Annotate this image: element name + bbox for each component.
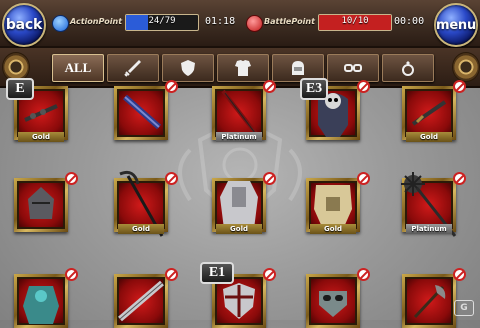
- equipped-badge: E1: [200, 262, 234, 284]
- tab-all-label: ALL: [64, 60, 92, 75]
- prohibited-icon: [263, 80, 276, 93]
- inventory-slot[interactable]: Gold: [306, 172, 370, 234]
- inventory-slot[interactable]: E3: [300, 78, 370, 140]
- action-point-icon: [52, 15, 69, 32]
- tab-all[interactable]: ALL: [52, 54, 104, 82]
- prohibited-icon: [453, 172, 466, 185]
- shield-icon: [181, 60, 195, 76]
- inventory-slot[interactable]: Platinum: [401, 172, 466, 237]
- red-lance-item: [221, 89, 259, 137]
- prohibited-icon: [357, 172, 370, 185]
- battle-point-timer: 00:00: [394, 16, 425, 27]
- tab-accessory[interactable]: [327, 54, 379, 82]
- prohibited-icon: [263, 172, 276, 185]
- inventory-slot[interactable]: Gold E: [6, 78, 68, 142]
- sword-icon: [124, 60, 141, 77]
- rarity-tag: Gold: [216, 224, 262, 234]
- battle-point-bar: 10/10: [318, 14, 392, 31]
- action-point-timer: 01:18: [205, 16, 236, 27]
- prohibited-icon: [165, 172, 178, 185]
- rarity-tag: Platinum: [216, 132, 262, 142]
- chain-weapon-item: [24, 104, 58, 122]
- tab-armor[interactable]: [217, 54, 269, 82]
- inventory-slot[interactable]: Platinum: [212, 80, 276, 142]
- prohibited-icon: [263, 268, 276, 281]
- equipped-badge: E: [6, 78, 34, 100]
- menu-button[interactable]: menu: [434, 3, 478, 47]
- prohibited-icon: [453, 80, 466, 93]
- prohibited-icon: [65, 172, 78, 185]
- prohibited-icon: [453, 268, 466, 281]
- plague-mask-item: [319, 291, 347, 317]
- tab-ring[interactable]: [382, 54, 434, 82]
- inventory-slot[interactable]: [14, 172, 78, 232]
- action-point-bar: 24/79: [125, 14, 199, 31]
- category-tab-bar: ALL: [0, 48, 480, 88]
- goggles-icon: [344, 64, 362, 72]
- prohibited-icon: [357, 80, 370, 93]
- inventory-slot[interactable]: [114, 80, 178, 140]
- tab-shield[interactable]: [162, 54, 214, 82]
- inventory-slot[interactable]: Gold: [402, 80, 466, 142]
- prohibited-icon: [357, 268, 370, 281]
- great-blade-item: [118, 280, 164, 322]
- round-shield-item: [223, 283, 255, 319]
- equipped-badge: E3: [300, 78, 328, 100]
- scroll-ornament-right: [452, 52, 480, 82]
- rarity-tag: Gold: [18, 132, 64, 142]
- inventory-slot[interactable]: Gold: [114, 170, 178, 237]
- iron-helm-item: [28, 187, 54, 219]
- back-button[interactable]: back: [2, 3, 46, 47]
- prohibited-icon: [165, 80, 178, 93]
- action-point-value: 24/79: [148, 16, 176, 26]
- prohibited-icon: [65, 268, 78, 281]
- status-bar: back ActionPoint 24/79 01:18 BattlePoint…: [0, 0, 480, 48]
- armor-icon: [235, 60, 251, 76]
- blue-sword-item: [123, 94, 161, 130]
- rune-dagger-item: [411, 100, 447, 126]
- rarity-tag: Gold: [310, 224, 356, 234]
- battle-point-icon: [246, 15, 263, 32]
- helmet-icon: [292, 61, 304, 75]
- rarity-tag: Gold: [118, 224, 164, 234]
- inventory-slot[interactable]: Gold: [212, 172, 276, 234]
- battle-point-value: 10/10: [341, 16, 369, 26]
- battle-point-label: BattlePoint: [264, 17, 315, 26]
- teal-golem-item: [23, 286, 59, 324]
- action-point-label: ActionPoint: [70, 17, 123, 26]
- ring-icon: [402, 61, 414, 76]
- watermark-logo: G: [454, 300, 474, 316]
- axe-item: [413, 285, 446, 319]
- tab-weapon[interactable]: [107, 54, 159, 82]
- rarity-tag: Gold: [406, 132, 452, 142]
- prohibited-icon: [165, 268, 178, 281]
- rarity-tag: Platinum: [406, 224, 452, 234]
